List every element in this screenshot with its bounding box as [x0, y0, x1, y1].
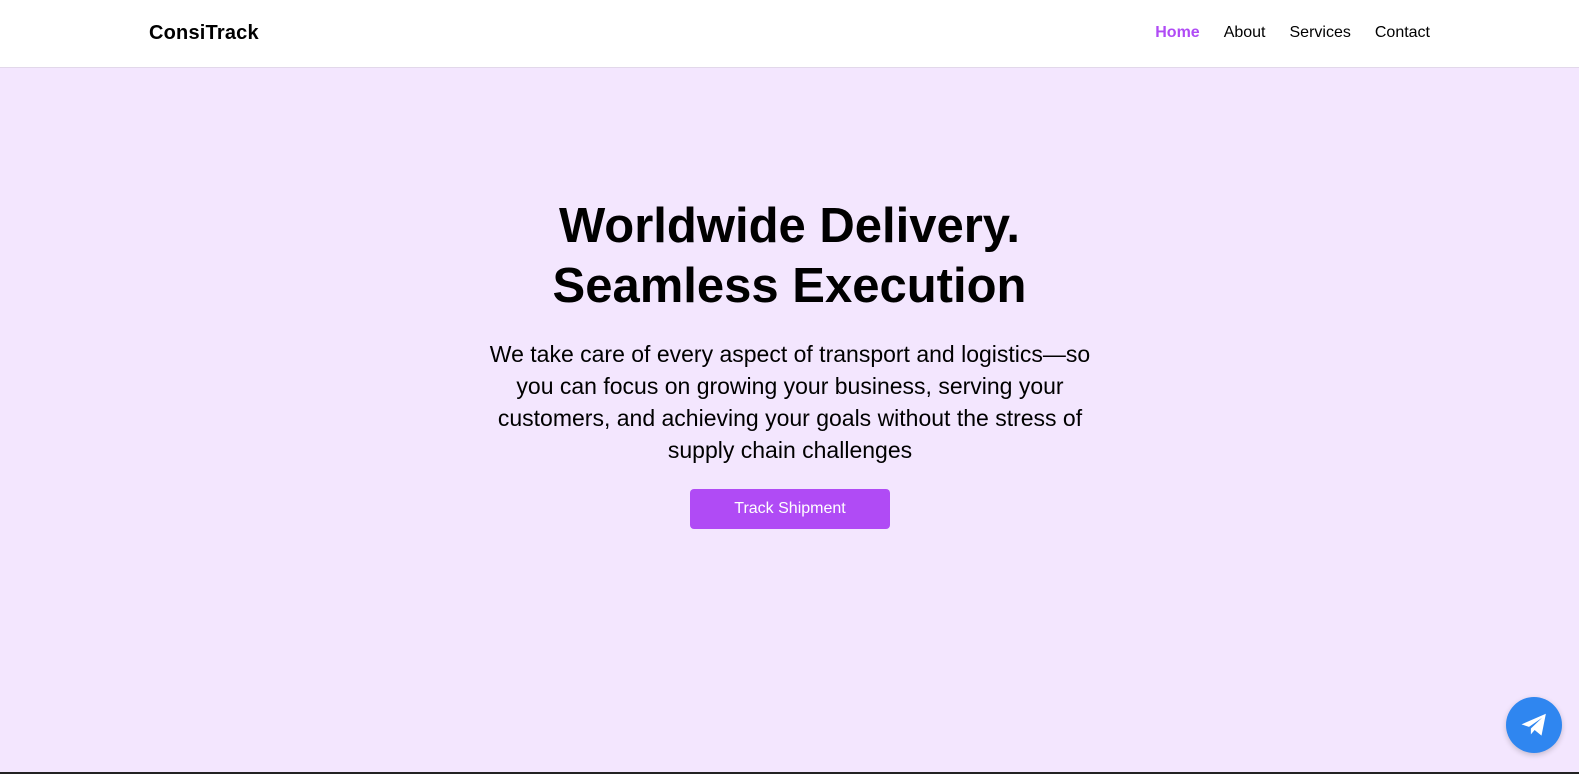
nav-link-about[interactable]: About — [1224, 24, 1266, 42]
nav-link-home[interactable]: Home — [1155, 24, 1199, 42]
hero-section: Worldwide Delivery. Seamless Execution W… — [0, 68, 1579, 772]
navbar: ConsiTrack Home About Services Contact — [0, 0, 1579, 68]
hero-subtitle: We take care of every aspect of transpor… — [489, 341, 1091, 463]
hero-title-line-1: Worldwide Delivery. — [558, 199, 1021, 253]
hero-title-line-2: Seamless Execution — [552, 259, 1027, 313]
nav-links: Home About Services Contact — [1155, 24, 1430, 42]
nav-link-services[interactable]: Services — [1290, 24, 1351, 42]
brand-logo[interactable]: ConsiTrack — [149, 22, 259, 45]
chat-fab-button[interactable] — [1506, 697, 1562, 753]
nav-link-contact[interactable]: Contact — [1375, 24, 1430, 42]
hero-title: Worldwide Delivery. Seamless Execution — [0, 196, 1579, 316]
paper-plane-icon — [1521, 713, 1546, 736]
track-shipment-button[interactable]: Track Shipment — [690, 489, 890, 529]
